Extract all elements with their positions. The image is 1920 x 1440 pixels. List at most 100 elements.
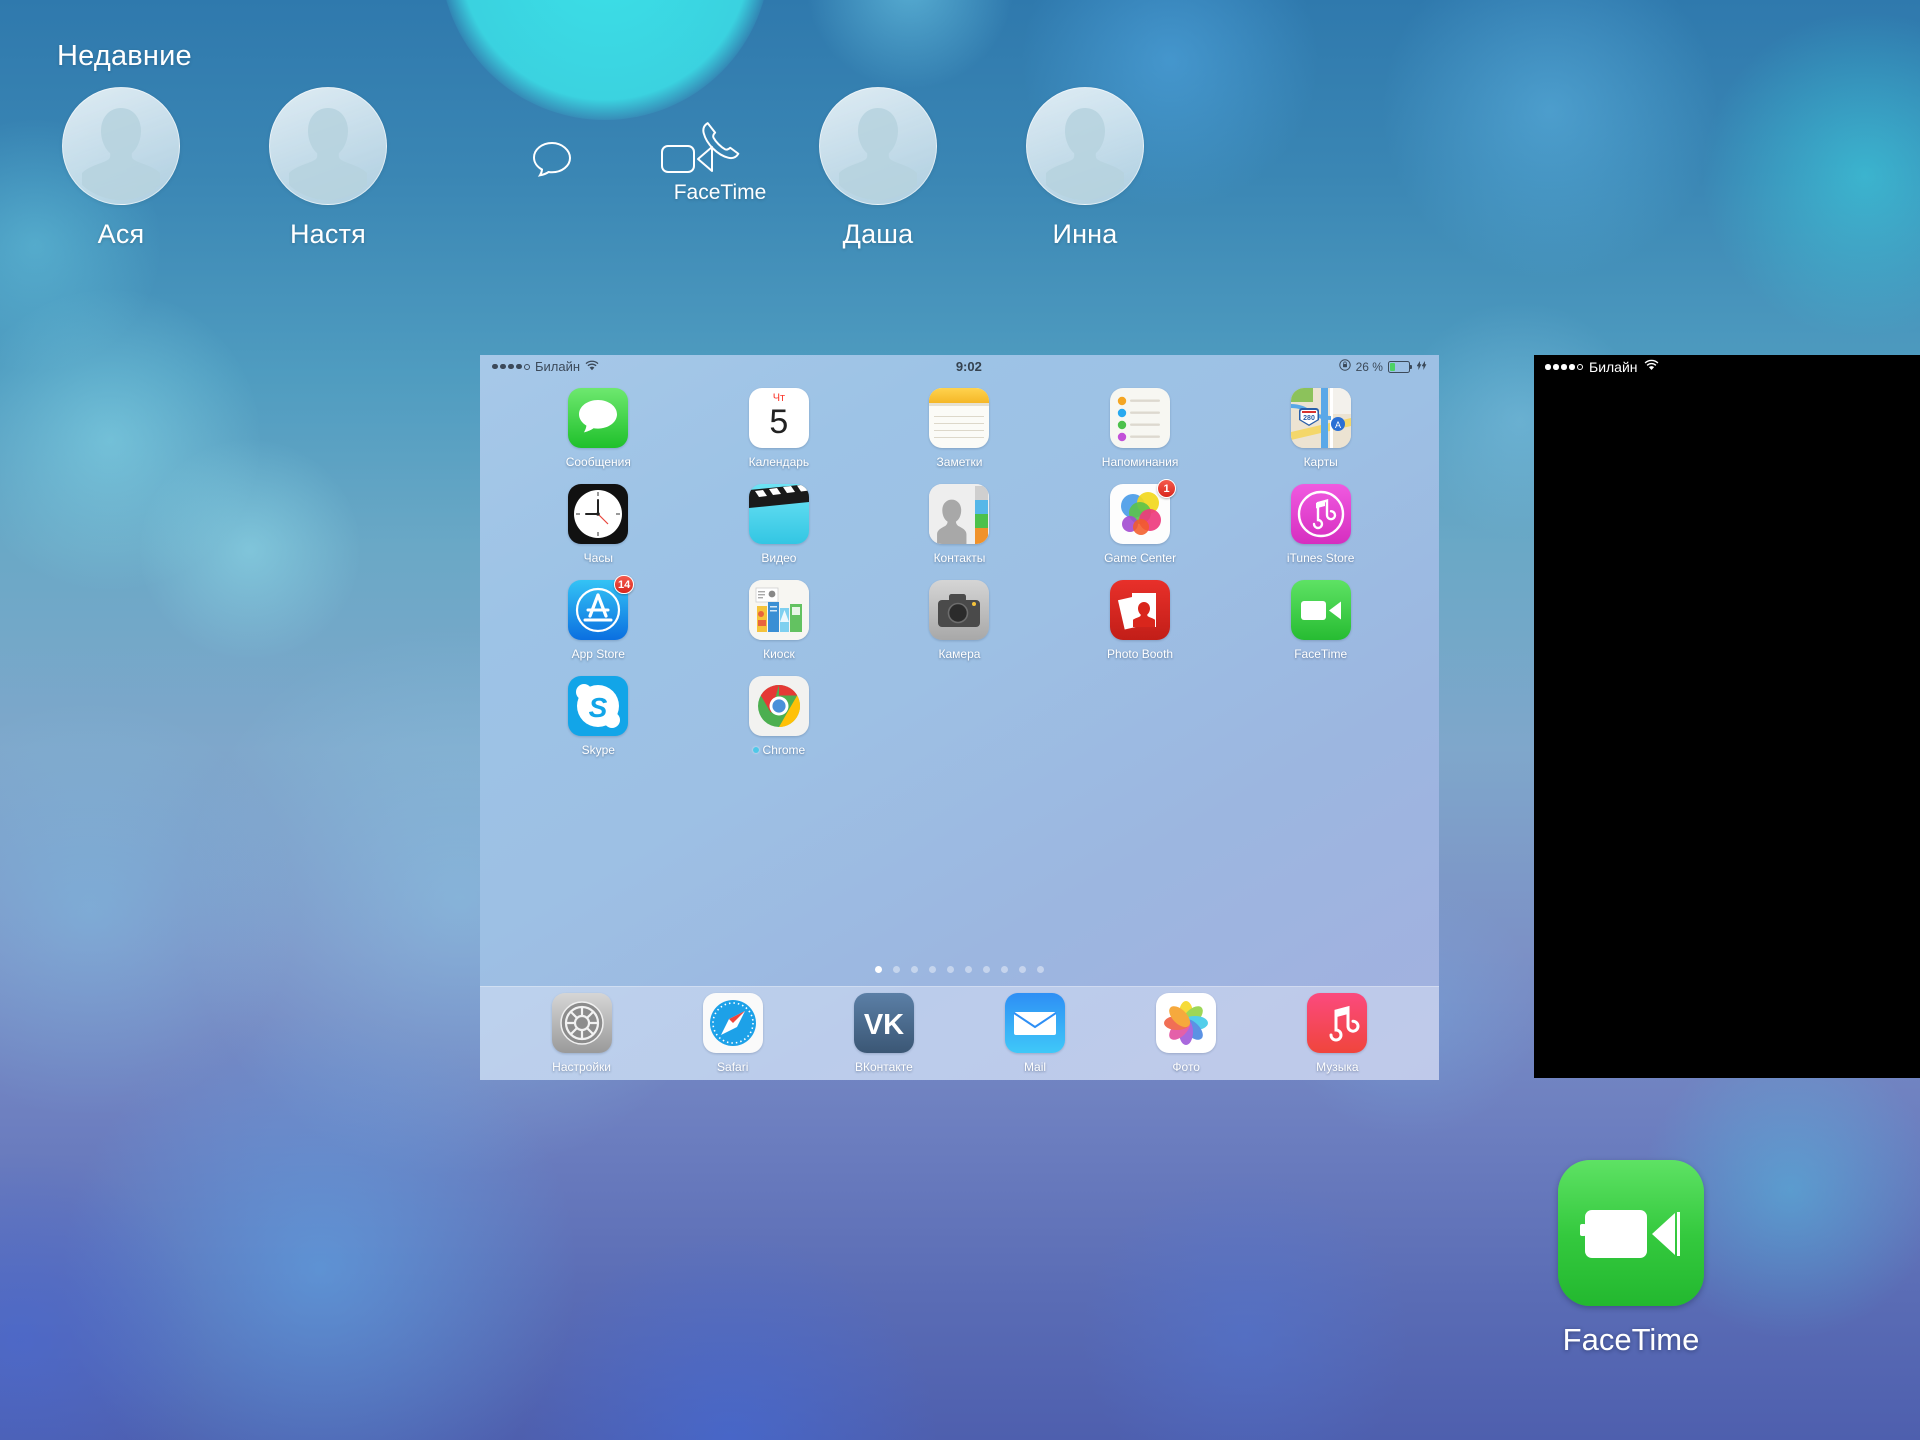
page-dot[interactable] [983,966,990,973]
app-icon-chrome[interactable]: Chrome [714,676,844,757]
page-dot[interactable] [893,966,900,973]
facetime-video-icon [1558,1160,1704,1306]
facetime-app-shortcut[interactable]: FaceTime [1536,1160,1726,1358]
dock-icon-safari[interactable]: Safari [673,993,793,1074]
contact-name: Настя [289,219,366,249]
app-icon-clock[interactable]: Часы [533,484,663,565]
facetime-icon [1290,580,1351,640]
app-icon-calendar[interactable]: Чт 5 Календарь [714,388,844,469]
app-icon-app-store[interactable]: 14 App Store [533,575,663,661]
messages-icon [568,388,629,448]
app-icon-camera[interactable]: Камера [894,580,1024,661]
badge-count: 1 [1157,479,1177,498]
settings-gear-icon [551,993,612,1053]
contact-name: Инна [1052,219,1118,249]
app-label: Контакты [933,551,986,565]
avatar [269,87,387,205]
chrome-icon [748,676,809,736]
app-icon-maps[interactable]: 280 A Карты [1256,388,1386,469]
maps-route-number: 280 [1303,415,1315,422]
app-label: Напоминания [1101,455,1179,469]
app-icon-notes[interactable]: Заметки [894,388,1024,469]
music-note-icon [1307,993,1368,1053]
facetime-shortcut-label: FaceTime [1562,1322,1700,1357]
app-icon-videos[interactable]: Видео [714,484,844,565]
app-slot-empty [1256,676,1386,757]
contact-tile-1[interactable]: Ася [41,87,201,250]
clock-label: 9:02 [955,359,982,374]
bokeh-circle [0,290,260,590]
bokeh-circle [805,0,1015,90]
dock-icon-mail[interactable]: Mail [975,993,1095,1074]
contact-tile-4[interactable]: Инна [1005,87,1165,250]
page-dot[interactable] [911,966,918,973]
message-action-button[interactable] [512,140,592,183]
carrier-label: Билайн [1589,359,1638,375]
contact-name: Даша [842,219,914,249]
app-icon-reminders[interactable]: Напоминания [1075,388,1205,469]
bokeh-circle [1380,0,1720,280]
app-icon-game-center[interactable]: 1 Game Center [1075,479,1205,565]
phone-handset-icon [640,118,800,171]
avatar [819,87,937,205]
avatar [1026,87,1144,205]
battery-percent-label: 26 % [1355,359,1383,374]
maps-icon: 280 A [1290,388,1351,448]
dock-icon-music[interactable]: Музыка [1277,993,1397,1074]
dock: Настройки Safari VK ВКонтакте Mail Фото … [480,986,1439,1080]
app-icon-newsstand[interactable]: Киоск [714,580,844,661]
app-label: Game Center [1104,551,1177,565]
page-dot[interactable] [929,966,936,973]
app-icon-facetime[interactable]: FaceTime [1256,580,1386,661]
page-dot[interactable] [965,966,972,973]
app-label: Mail [1024,1060,1047,1074]
app-label: FaceTime [1294,647,1348,661]
person-silhouette-icon [1046,108,1124,201]
bokeh-circle [0,700,300,1120]
facetime-action-label: FaceTime [673,181,767,204]
call-status-bar: Билайн [1534,355,1920,379]
app-label: Заметки [936,455,983,469]
bokeh-circle [140,440,360,660]
recents-title: Недавние [57,40,192,72]
message-bubble-icon [512,140,592,183]
dock-icon-settings[interactable]: Настройки [522,993,642,1074]
app-icon-itunes-store[interactable]: iTunes Store [1256,484,1386,565]
app-icon-messages[interactable]: Сообщения [533,388,663,469]
dock-icon-photos[interactable]: Фото [1126,993,1246,1074]
contact-tile-3[interactable]: Даша [798,87,958,250]
bokeh-circle [520,1230,940,1440]
contact-tile-2[interactable]: Настя [248,87,408,250]
videos-icon [748,484,809,544]
bokeh-circle [440,0,770,120]
app-icon-photo-booth[interactable]: Photo Booth [1075,580,1205,661]
app-label: Карты [1303,455,1338,469]
app-icon-contacts[interactable]: Контакты [894,484,1024,565]
page-dot[interactable] [875,966,882,973]
calendar-icon: Чт 5 [748,388,809,448]
app-icon-skype[interactable]: S Skype [533,676,663,757]
app-label: Музыка [1316,1060,1359,1074]
page-dot[interactable] [1001,966,1008,973]
facetime-call-window[interactable]: Билайн [1534,355,1920,1078]
facetime-audio-action-button[interactable]: FaceTime [640,118,800,205]
app-row: Часы Видео Контакты 1 Game Center iTunes… [508,479,1411,565]
page-dot[interactable] [1037,966,1044,973]
ipad-home-screen-window[interactable]: Билайн 9:02 26 % Сообщения Чт 5 Календар… [480,355,1439,1080]
page-dot[interactable] [1019,966,1026,973]
app-label: Часы [583,551,613,565]
badge-count: 14 [614,575,635,594]
person-silhouette-icon [289,108,367,201]
app-label: Photo Booth [1107,647,1174,661]
notes-icon [929,388,990,448]
page-indicator-dots[interactable] [480,966,1439,973]
bokeh-circle [1700,10,1920,340]
mail-envelope-icon [1005,993,1066,1053]
app-label: Календарь [748,455,810,469]
page-dot[interactable] [947,966,954,973]
carrier-label: Билайн [535,359,581,374]
person-silhouette-icon [82,108,160,201]
dock-icon-vk[interactable]: VK ВКонтакте [824,993,944,1074]
signal-strength-icon [1545,364,1583,370]
newsstand-icon [748,580,809,640]
